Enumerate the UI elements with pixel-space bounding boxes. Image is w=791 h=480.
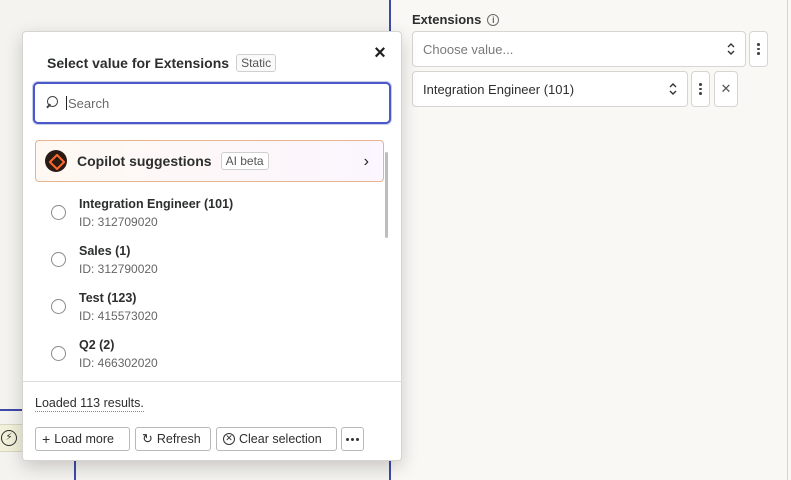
search-input[interactable] xyxy=(68,95,358,111)
choose-value-select[interactable]: Choose value... xyxy=(412,31,746,67)
field-options-button[interactable] xyxy=(749,31,768,67)
list-item[interactable]: Sales (1) ID: 312790020 xyxy=(23,236,383,282)
close-icon: × xyxy=(374,42,386,64)
search-box[interactable] xyxy=(33,82,391,124)
search-icon xyxy=(45,96,59,110)
more-actions-button[interactable] xyxy=(341,427,364,451)
radio-button[interactable] xyxy=(51,205,66,220)
radio-button[interactable] xyxy=(51,346,66,361)
info-icon[interactable]: i xyxy=(487,13,500,26)
copilot-logo-icon xyxy=(45,150,67,172)
chevron-updown-icon xyxy=(727,43,735,55)
load-more-button[interactable]: + Load more xyxy=(35,427,130,451)
more-vertical-icon xyxy=(699,83,702,95)
text-caret xyxy=(66,96,67,110)
refresh-button[interactable]: ↻ Refresh xyxy=(135,427,211,451)
canvas-step-node[interactable]: ⚡ xyxy=(0,424,22,452)
list-scrollbar[interactable] xyxy=(385,152,388,238)
value-options-button[interactable] xyxy=(691,71,710,107)
radio-button[interactable] xyxy=(51,299,66,314)
popup-footer: Loaded 113 results. + Load more ↻ Refres… xyxy=(23,381,401,460)
options-list[interactable]: Copilot suggestions AI beta › Integratio… xyxy=(23,136,401,380)
chevron-right-icon: › xyxy=(363,153,369,170)
clear-circle-icon: ✕ xyxy=(223,433,235,445)
selected-value-select[interactable]: Integration Engineer (101) xyxy=(412,71,688,107)
refresh-icon: ↻ xyxy=(142,431,153,446)
plus-icon: + xyxy=(42,431,51,447)
list-item[interactable]: Test (123) ID: 415573020 xyxy=(23,283,383,329)
clear-selection-button[interactable]: ✕ Clear selection xyxy=(216,427,337,451)
select-value-popup: Select value for Extensions Static × Cop… xyxy=(22,31,402,461)
more-vertical-icon xyxy=(757,43,760,55)
panel-divider xyxy=(787,0,788,480)
bolt-icon: ⚡ xyxy=(1,430,17,446)
extensions-field-label: Extensions i xyxy=(412,12,500,27)
ai-beta-badge: AI beta xyxy=(220,152,269,170)
popup-title: Select value for Extensions Static xyxy=(47,54,277,72)
remove-value-button[interactable]: ✕ xyxy=(714,71,738,107)
more-horizontal-icon xyxy=(346,437,359,441)
close-popup-button[interactable]: × xyxy=(371,42,389,64)
list-item[interactable]: Q2 (2) ID: 466302020 xyxy=(23,330,383,376)
copilot-suggestions-row[interactable]: Copilot suggestions AI beta › xyxy=(35,140,384,182)
radio-button[interactable] xyxy=(51,252,66,267)
results-status: Loaded 113 results. xyxy=(35,396,144,412)
chevron-updown-icon xyxy=(669,83,677,95)
static-badge: Static xyxy=(236,54,277,72)
close-icon: ✕ xyxy=(720,81,732,96)
list-item[interactable]: Integration Engineer (101) ID: 312709020 xyxy=(23,189,383,235)
